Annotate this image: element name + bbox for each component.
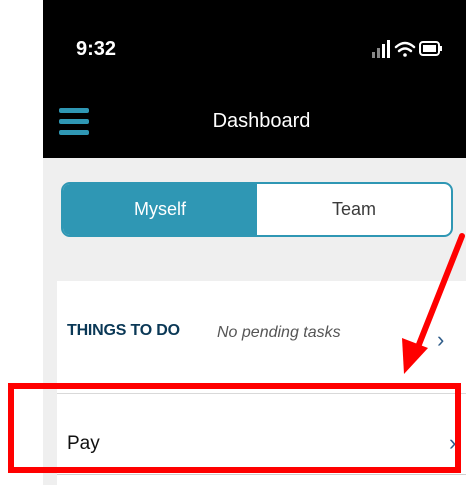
divider bbox=[57, 474, 466, 475]
things-to-do-status: No pending tasks bbox=[217, 324, 341, 341]
page-title: Dashboard bbox=[212, 110, 311, 132]
view-segmented-control: Myself Team bbox=[61, 182, 453, 237]
segment-myself[interactable]: Myself bbox=[63, 184, 257, 235]
pay-label: Pay bbox=[67, 433, 100, 454]
status-icons bbox=[372, 40, 442, 58]
segment-team[interactable]: Team bbox=[257, 184, 451, 235]
chevron-right-icon: › bbox=[437, 327, 445, 352]
things-to-do-row[interactable]: THINGS TO DO No pending tasks › bbox=[57, 281, 466, 393]
status-time: 9:32 bbox=[76, 38, 117, 60]
wifi-icon bbox=[394, 41, 416, 57]
cellular-signal-icon bbox=[372, 40, 390, 58]
nav-bar: Dashboard bbox=[43, 84, 466, 158]
chevron-right-icon: › bbox=[449, 430, 457, 455]
dashboard-card: THINGS TO DO No pending tasks › Pay › bbox=[57, 281, 466, 485]
battery-icon bbox=[419, 41, 442, 56]
phone-screen: 9:32 Dashboard Myself Team THINGS TO DO … bbox=[43, 0, 466, 485]
status-bar: 9:32 bbox=[43, 0, 466, 84]
pay-row[interactable]: Pay › bbox=[57, 393, 466, 485]
things-to-do-label: THINGS TO DO bbox=[67, 322, 180, 339]
